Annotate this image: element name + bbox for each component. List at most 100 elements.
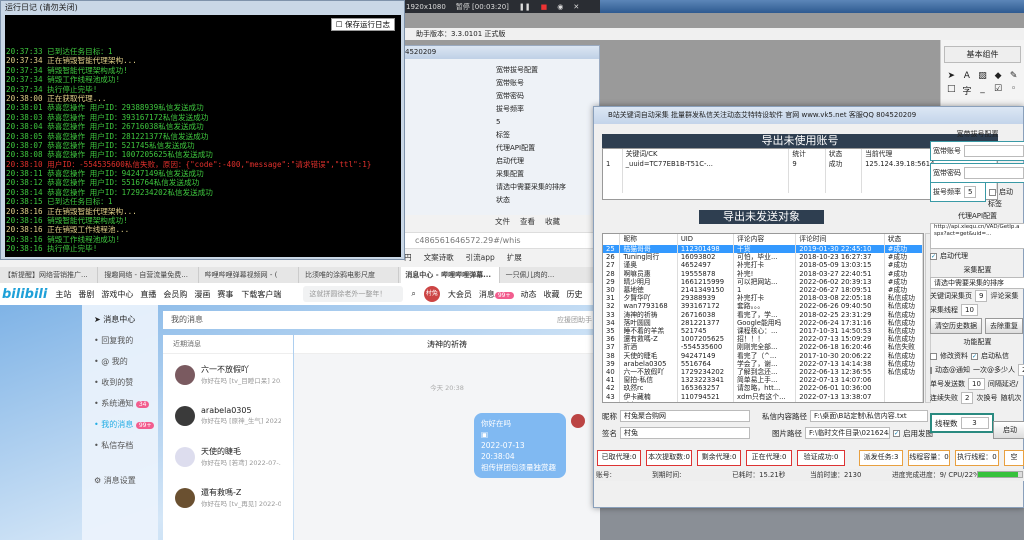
nickname-input[interactable]: 村兔聚合购网 bbox=[620, 410, 750, 422]
msg-nav-item[interactable]: • 我的消息 99+ bbox=[82, 414, 158, 435]
table-row[interactable]: 31 夕賢华吖 29388939 补完打卡 2018-03-08 22:05:18 私信成… bbox=[603, 294, 923, 303]
table-row[interactable]: 36 還有救嗎-Z 1007205625 招！！！ 2022-07-13 15:09:2… bbox=[603, 335, 923, 344]
nav-right-link[interactable]: 动态 bbox=[521, 289, 537, 300]
conversation-item[interactable]: arabela0305 你好在吗 [原神_生气] 2022... bbox=[163, 395, 293, 436]
table-row[interactable]: 29 晴少明月 1661215999 可以把网站... 2022-06-02 20:39… bbox=[603, 277, 923, 287]
image-path-input[interactable]: F:\临时文件目录\021624ayc9 bbox=[805, 427, 890, 439]
browser-tab[interactable]: 消息中心 - 哔哩哔哩弹幕... bbox=[401, 267, 500, 283]
conversation-item[interactable]: 天使的睫毛 你好在吗 [若鸢] 2022-07-... bbox=[163, 436, 293, 477]
pointer-icon[interactable]: ➤ bbox=[945, 71, 958, 81]
browser-tab[interactable]: 哔哩哔哩弹幕视频网 - ( bbox=[201, 267, 299, 283]
helper-link[interactable]: 应援团助手 bbox=[557, 311, 592, 329]
broadband-password-field[interactable]: 宽带密码 bbox=[930, 163, 1024, 183]
table-row[interactable]: 27 谨奥 4652497 补完打卡 2018-05-09 13:03:15 #成功 bbox=[603, 261, 923, 270]
table-row[interactable]: 42 玖然rc 165363257 请忽略，htt... 2022-06-01 10:3… bbox=[603, 384, 923, 393]
bilibili-logo[interactable]: bilibili bbox=[2, 287, 47, 302]
modify-profile-checkbox[interactable] bbox=[930, 352, 937, 360]
column-header[interactable] bbox=[603, 234, 621, 245]
keyword-pages-input[interactable]: 9 bbox=[975, 290, 988, 302]
table-row[interactable]: 34 落叶圆圆 281221377 Google能用吗 2022-06-24 17:31… bbox=[603, 318, 923, 328]
msg-nav-item[interactable]: • 回复我的 bbox=[82, 330, 158, 351]
thread-count-field[interactable]: 线程数 3 bbox=[930, 413, 994, 433]
table-row[interactable]: 41 窗拍-私信 1323223341 简单易上手... 2022-07-13 14:0… bbox=[603, 376, 923, 385]
msg-nav-item[interactable]: • 私信存档 bbox=[82, 435, 158, 456]
menu-item[interactable]: 查看 bbox=[520, 215, 535, 229]
conversation-item[interactable]: 還有救嗎-Z 你好在吗 [tv_再见] 2022-0... bbox=[163, 477, 293, 518]
dial-frequency-field[interactable]: 拔号频率 5 bbox=[930, 182, 986, 202]
column-header[interactable]: UID bbox=[677, 234, 735, 245]
avatar[interactable]: 村兔 bbox=[423, 286, 440, 302]
enable-pm-checkbox[interactable]: ✓ bbox=[971, 352, 978, 360]
pm-path-input[interactable]: F:\桌面\B站定制\私信内容.txt bbox=[810, 410, 928, 422]
nav-link[interactable]: 番剧 bbox=[78, 289, 94, 300]
browser-tab[interactable]: 搜趣网络 - 自营流量免费... bbox=[100, 267, 199, 283]
nav-right-link[interactable]: 收藏 bbox=[544, 289, 560, 300]
bookmark-item[interactable]: 引流app bbox=[466, 250, 495, 265]
table-row[interactable]: 38 天使的睫毛 94247149 看完了（^... 2017-10-30 20:06:… bbox=[603, 351, 923, 360]
msg-nav-item[interactable]: • 收到的赞 bbox=[82, 372, 158, 393]
browser-tab[interactable]: 【新提醒】网络营销推广... bbox=[0, 267, 99, 283]
table-row[interactable]: 40 六一不放假吖 1729234202 了解到念还... 2022-06-13 12:… bbox=[603, 368, 923, 377]
sort-select[interactable]: 请选中需要采集的排序 bbox=[930, 277, 1024, 289]
nav-right-link[interactable]: 消息 99+ bbox=[479, 289, 514, 300]
frame-icon[interactable]: □ bbox=[945, 84, 958, 97]
proxy-api-input[interactable]: http://api.xiequ.cn/VAD/GetIp.aspx?act=g… bbox=[930, 223, 1024, 249]
column-header[interactable]: 关键词/CK bbox=[622, 149, 790, 160]
conversation-item[interactable]: 六一不放假吖 你好在吗 [tv_目瞪口呆] 20... bbox=[163, 354, 293, 395]
nav-link[interactable]: 游戏中心 bbox=[101, 289, 133, 300]
nav-right-link[interactable]: 大会员 bbox=[448, 289, 472, 300]
menu-item[interactable]: 文件 bbox=[495, 215, 510, 229]
table-row[interactable]: 28 啊嘛员惠 19555878 补完! 2018-03-27 22:40:51 #成功 bbox=[603, 269, 923, 278]
nav-link[interactable]: 赛事 bbox=[217, 289, 233, 300]
table-row[interactable]: 33 涛神的祈祷 26716038 看完了，学... 2018-02-25 23:31:… bbox=[603, 310, 923, 319]
msg-nav-item[interactable]: • @ 我的 bbox=[82, 351, 158, 372]
fail-count-input[interactable]: 2 bbox=[961, 392, 974, 404]
message-settings[interactable]: ⚙ 消息设置 bbox=[82, 470, 158, 491]
pause-icon[interactable]: ❚❚ bbox=[519, 3, 531, 11]
export-unsent-targets-button[interactable]: 导出未发送对象 bbox=[699, 210, 824, 224]
enable-proxy-checkbox[interactable]: ✓ bbox=[930, 252, 937, 260]
column-header[interactable]: 状态 bbox=[825, 149, 863, 160]
nav-link[interactable]: 主站 bbox=[55, 289, 71, 300]
save-log-button[interactable]: ☐ 保存运行日志 bbox=[330, 18, 395, 31]
column-header[interactable]: 评论时间 bbox=[795, 234, 885, 245]
nav-link[interactable]: 会员购 bbox=[163, 289, 187, 300]
at-count-input[interactable]: 2 bbox=[1018, 364, 1024, 376]
table-row[interactable]: 37 折酒 -554535600 刚刚完全部... 2022-06-18 16:20:4… bbox=[603, 343, 923, 352]
edit-icon[interactable]: ✎ bbox=[1007, 71, 1020, 81]
column-header[interactable] bbox=[603, 149, 623, 160]
signature-input[interactable]: 村兔 bbox=[620, 427, 750, 439]
auto-dial-checkbox[interactable] bbox=[989, 188, 996, 196]
bookmark-item[interactable]: 文案诗歌 bbox=[424, 250, 454, 265]
menu-item[interactable]: 收藏 bbox=[545, 215, 560, 229]
nav-right-link[interactable]: 历史 bbox=[567, 289, 583, 300]
shape-icon[interactable]: ◆ bbox=[992, 71, 1005, 81]
search-input[interactable]: 这就拼圆徐老外一整年！ bbox=[303, 286, 404, 302]
checkbox-icon[interactable]: ☑ bbox=[992, 84, 1005, 97]
table-row[interactable]: 32 wan7793168 393167172 套路。。。 2022-06-26 09:… bbox=[603, 302, 923, 311]
column-header[interactable]: 昵称 bbox=[619, 234, 678, 245]
browser-tab[interactable]: 比须唯的涂鸦电影尺度 bbox=[301, 267, 400, 283]
table-row[interactable]: 44zhi..m1336012519...2022-07-13 12:58:38 bbox=[603, 400, 923, 402]
collect-threads-input[interactable]: 10 bbox=[961, 304, 978, 316]
start-button[interactable]: 启动 bbox=[993, 421, 1024, 439]
bookmark-item[interactable]: 扩展 bbox=[507, 250, 522, 265]
text-icon[interactable]: 字 bbox=[961, 84, 974, 97]
line-icon[interactable]: _ bbox=[976, 84, 989, 97]
dedupe-button[interactable]: 去除重复 bbox=[985, 318, 1023, 334]
download-client-link[interactable]: 下载客户端 bbox=[241, 289, 281, 300]
table-row[interactable]: 26 Tuning同行 16093802 可怕，毕业... 2018-10-23 16:… bbox=[603, 253, 923, 262]
close-icon[interactable]: ✕ bbox=[573, 3, 579, 11]
table-row[interactable]: 25 桔猫哥哥 112301498 干货 2019-01-30 22:45:10 #成功 bbox=[603, 245, 923, 254]
broadband-account-field[interactable]: 宽带账号 bbox=[930, 141, 1024, 161]
column-header[interactable]: 评论内容 bbox=[733, 234, 797, 245]
image-icon[interactable]: ▨ bbox=[976, 71, 989, 81]
search-icon[interactable]: ⌕ bbox=[411, 289, 415, 299]
table-row[interactable]: 35 睡不着的羊羔 521745 课程核心：... 2017-10-31 14:50:5… bbox=[603, 327, 923, 336]
stop-icon[interactable]: ■ bbox=[541, 3, 548, 11]
nav-link[interactable]: 直播 bbox=[140, 289, 156, 300]
browser-tab[interactable]: 一只佩儿肉的... bbox=[502, 267, 600, 283]
table-row[interactable]: 43 伊卡藏楠 110794521 xdm只有这个... 2022-07-13 13:3… bbox=[603, 392, 923, 401]
camera-icon[interactable]: ◉ bbox=[557, 3, 563, 11]
column-header[interactable]: 状态 bbox=[884, 234, 923, 245]
